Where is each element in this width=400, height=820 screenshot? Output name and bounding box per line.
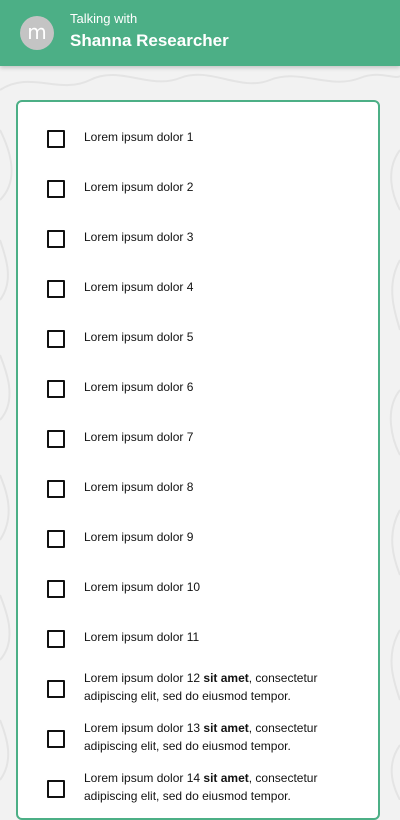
- checkbox[interactable]: [47, 780, 65, 798]
- checkbox[interactable]: [47, 280, 65, 298]
- checklist-item-label: Lorem ipsum dolor 5: [84, 330, 194, 344]
- checklist-item-label: Lorem ipsum dolor 10: [84, 580, 201, 594]
- checklist-item-label: Lorem ipsum dolor 7: [84, 430, 194, 444]
- checklist-card: Lorem ipsum dolor 1 Lorem ipsum dolor 2 …: [16, 100, 380, 820]
- checklist-item-label: Lorem ipsum dolor 3: [84, 230, 194, 244]
- checklist-item-label: Lorem ipsum dolor 13 sit amet, consectet…: [84, 721, 318, 753]
- checkbox[interactable]: [47, 680, 65, 698]
- checkbox[interactable]: [47, 580, 65, 598]
- checklist-item-label: Lorem ipsum dolor 11: [84, 630, 200, 644]
- checklist-item-label: Lorem ipsum dolor 12 sit amet, consectet…: [84, 671, 318, 703]
- chat-header: m Talking with Shanna Researcher: [0, 0, 400, 66]
- checkbox[interactable]: [47, 180, 65, 198]
- contact-name: Shanna Researcher: [70, 31, 229, 50]
- checkbox[interactable]: [47, 380, 65, 398]
- checklist-item-label: Lorem ipsum dolor 9: [84, 530, 194, 544]
- checklist-item-label: Lorem ipsum dolor 1: [84, 130, 194, 144]
- avatar[interactable]: m: [20, 16, 54, 50]
- checkbox[interactable]: [47, 730, 65, 748]
- checkbox[interactable]: [47, 130, 65, 148]
- checkbox[interactable]: [47, 480, 65, 498]
- checkbox[interactable]: [47, 330, 65, 348]
- checkbox[interactable]: [47, 230, 65, 248]
- checkbox[interactable]: [47, 430, 65, 448]
- checklist-item-label: Lorem ipsum dolor 4: [84, 280, 194, 294]
- checklist-item-label: Lorem ipsum dolor 2: [84, 180, 194, 194]
- checkbox[interactable]: [47, 530, 65, 548]
- header-subtitle: Talking with: [70, 11, 138, 26]
- checklist-item-label: Lorem ipsum dolor 8: [84, 480, 194, 494]
- checklist-item-label: Lorem ipsum dolor 6: [84, 380, 194, 394]
- checkbox[interactable]: [47, 630, 65, 648]
